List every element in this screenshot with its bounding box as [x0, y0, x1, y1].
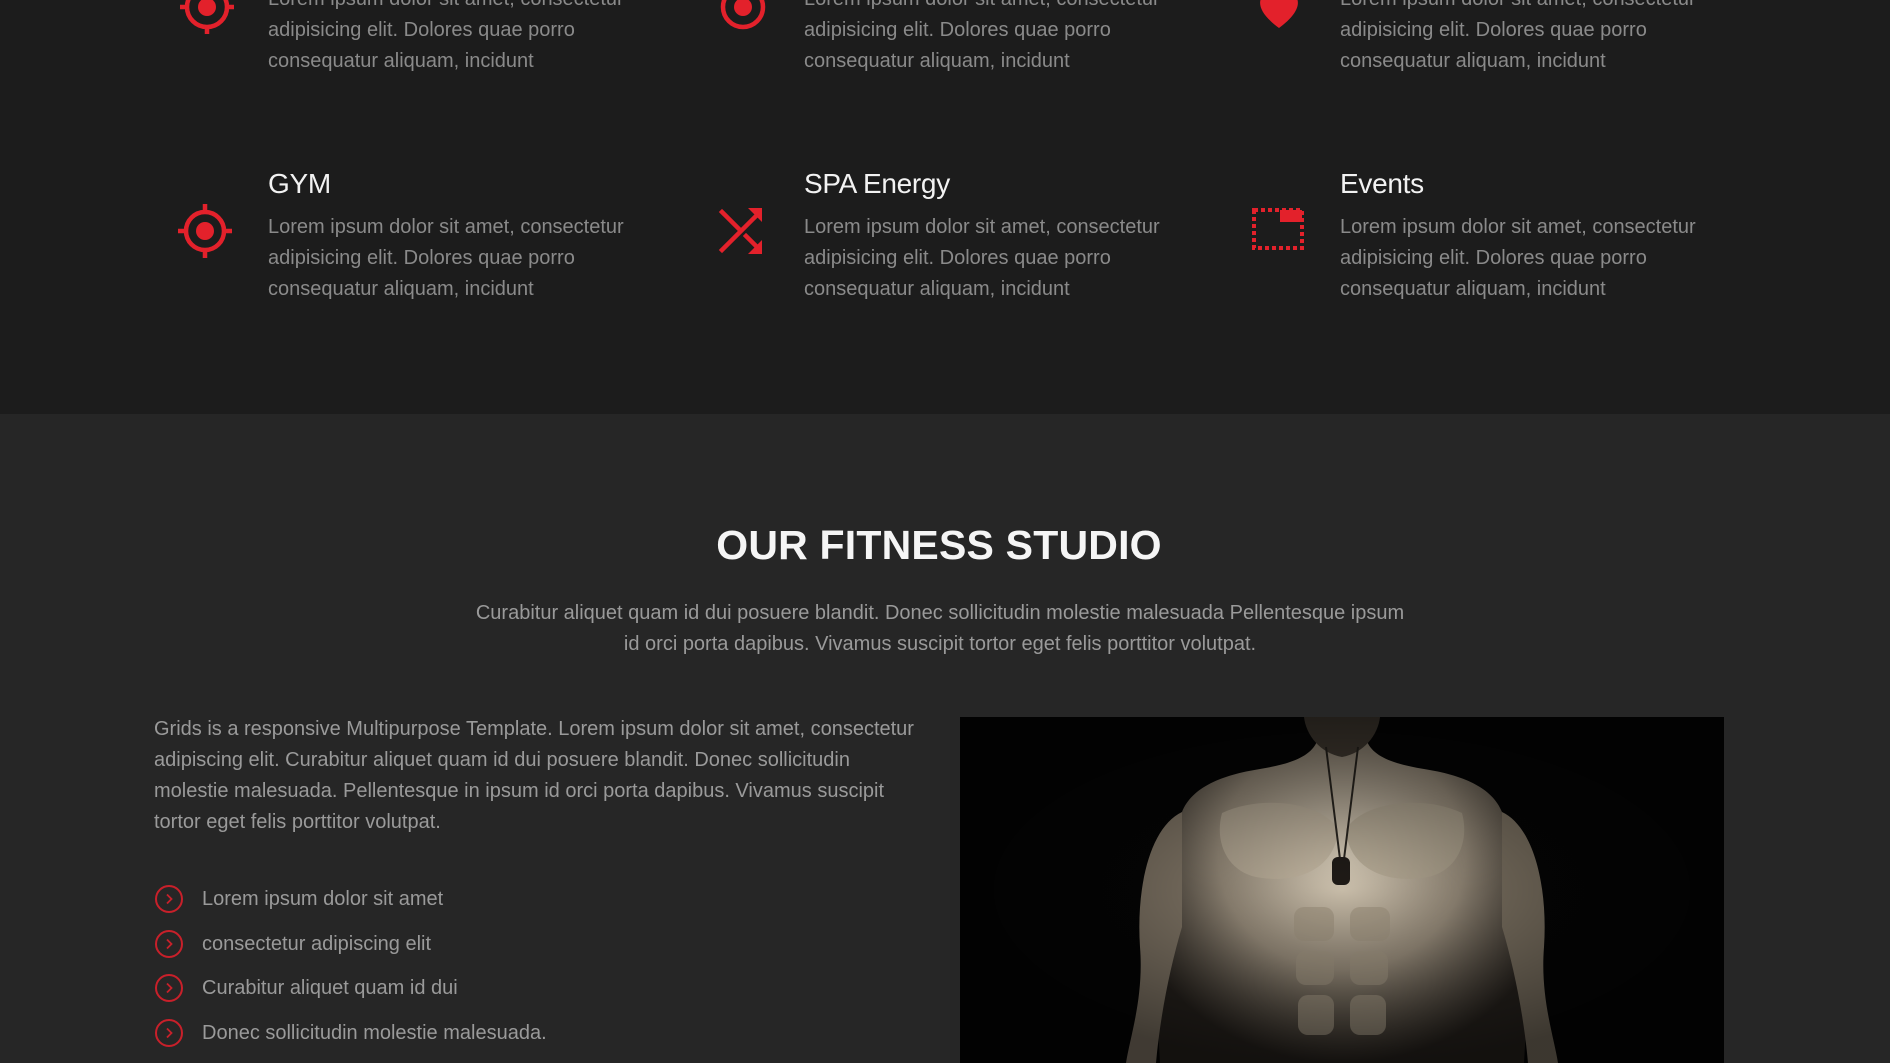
service-item-gym: GYM Lorem ipsum dolor sit amet, consecte… [178, 166, 624, 366]
calendar-window-icon [1252, 208, 1304, 250]
service-item: Lorem ipsum dolor sit amet, consectetur … [714, 0, 1160, 90]
list-item: Donec sollicitudin molestie malesuada. [154, 1018, 547, 1063]
target-icon [720, 0, 766, 30]
feature-list: Lorem ipsum dolor sit amet consectetur a… [154, 884, 547, 1062]
chevron-circle-icon [155, 885, 183, 913]
service-description: Lorem ipsum dolor sit amet, consectetur … [268, 216, 624, 300]
service-description: Lorem ipsum dolor sit amet, consectetur … [804, 0, 1160, 72]
target-icon [180, 0, 234, 34]
list-item: consectetur adipiscing elit [154, 929, 547, 974]
studio-description: Grids is a responsive Multipurpose Templ… [154, 718, 914, 833]
service-description: Lorem ipsum dolor sit amet, consectetur … [268, 0, 624, 72]
fitness-studio-section: OUR FITNESS STUDIO Curabitur aliquet qua… [0, 414, 1890, 1063]
service-description: Lorem ipsum dolor sit amet, consectetur … [1340, 0, 1696, 72]
shuffle-icon [718, 208, 762, 254]
list-item-label: Curabitur aliquet quam id dui [202, 977, 458, 999]
section-title: OUR FITNESS STUDIO [716, 522, 1162, 568]
chevron-circle-icon [155, 1018, 183, 1047]
section-subtitle: Curabitur aliquet quam id dui posuere bl… [475, 602, 1405, 655]
heart-icon [1260, 0, 1298, 28]
service-title: SPA Energy [804, 168, 950, 199]
list-item: Curabitur aliquet quam id dui [154, 973, 547, 1018]
chevron-circle-icon [155, 929, 183, 958]
service-description: Lorem ipsum dolor sit amet, consectetur … [1340, 216, 1696, 300]
service-item-events: Events Lorem ipsum dolor sit amet, conse… [1250, 166, 1696, 366]
photo-illustration [960, 717, 1724, 1063]
services-section: Lorem ipsum dolor sit amet, consectetur … [0, 0, 1890, 414]
list-item: Lorem ipsum dolor sit amet [154, 884, 547, 929]
service-item: Lorem ipsum dolor sit amet, consectetur … [1250, 0, 1696, 90]
service-title: Events [1340, 168, 1424, 199]
service-title: GYM [268, 168, 331, 199]
chevron-circle-icon [155, 974, 183, 1002]
list-item-label: Lorem ipsum dolor sit amet [202, 888, 444, 910]
service-item: Lorem ipsum dolor sit amet, consectetur … [178, 0, 624, 90]
target-icon [178, 204, 232, 258]
list-item-label: consectetur adipiscing elit [202, 932, 432, 955]
service-item-spa-energy: SPA Energy Lorem ipsum dolor sit amet, c… [714, 166, 1160, 366]
service-description: Lorem ipsum dolor sit amet, consectetur … [804, 216, 1160, 300]
list-item-label: Donec sollicitudin molestie malesuada. [202, 1021, 547, 1044]
muscular-man-photo [960, 717, 1724, 1063]
